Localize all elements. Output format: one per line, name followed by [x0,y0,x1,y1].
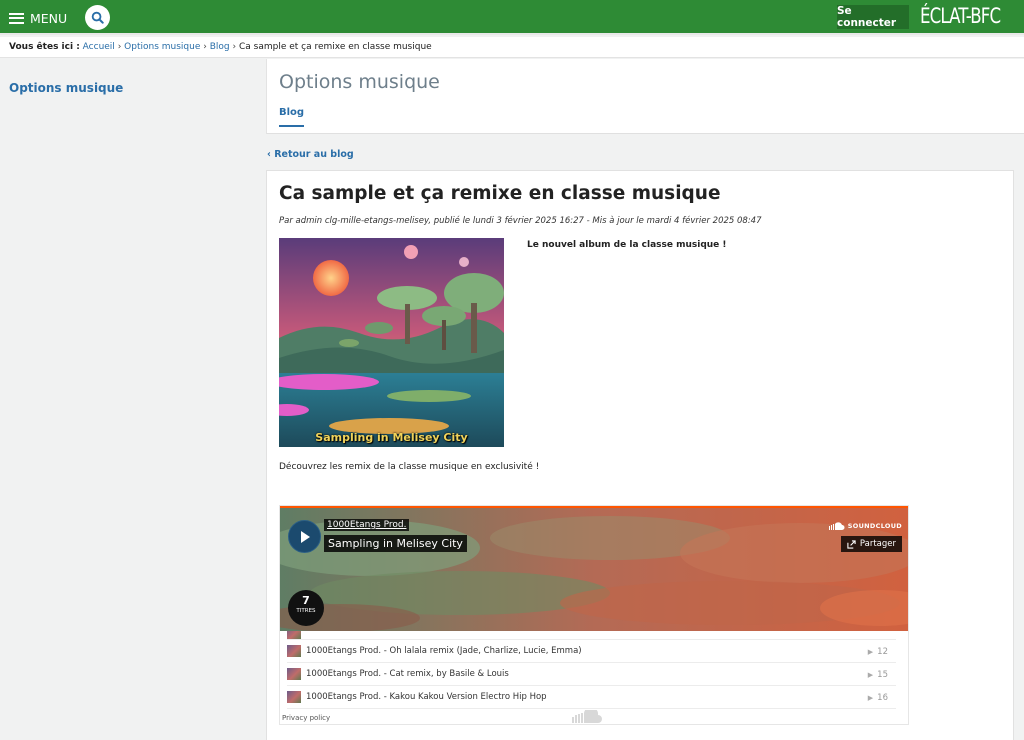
top-bar: MENU Se connecter ÉCLAT-BFC [0,0,1024,35]
breadcrumb-link-blog[interactable]: Blog [210,42,230,52]
breadcrumb-separator: › [232,42,237,52]
breadcrumb-current: Ca sample et ça remixe en classe musique [239,42,432,52]
track-row[interactable]: 1000Etangs Prod. - Oh lalala remix (Jade… [287,640,896,663]
soundcloud-footer-cloud-icon [572,710,602,723]
soundcloud-track-list: 1000Etangs Prod. - Oh lalala remix (Jade… [280,631,908,709]
page-header: Options musique Blog [266,59,1024,134]
share-icon [847,539,856,549]
track-thumbnail [287,631,301,639]
album-cover-caption: Sampling in Melisey City [315,431,468,444]
track-title: 1000Etangs Prod. - Cat remix, by Basile … [306,669,509,679]
breadcrumb-separator: › [203,42,207,52]
breadcrumb: Vous êtes ici : Accueil › Options musiqu… [0,37,1024,58]
soundcloud-logo[interactable]: SOUNDCLOUD [828,522,902,530]
page-title: Options musique [279,71,440,93]
share-label: Partager [859,539,896,549]
menu-label: MENU [30,10,68,26]
play-button[interactable] [288,520,321,553]
track-thumbnail [287,668,301,680]
sidebar-title-link[interactable]: Options musique [9,81,123,95]
back-to-blog-link[interactable]: ‹ Retour au blog [267,149,354,160]
track-row[interactable]: 1000Etangs Prod. - Kakou Kakou Version E… [287,686,896,709]
track-plays: ▶ 15 [868,663,888,686]
article-meta: Par admin clg-mille-etangs-melisey, publ… [279,216,762,226]
play-icon [300,530,310,543]
breadcrumb-label: Vous êtes ici : [9,42,80,52]
soundcloud-artist-link[interactable]: 1000Etangs Prod. [324,519,410,531]
tab-blog[interactable]: Blog [279,107,305,127]
soundcloud-set-title[interactable]: Sampling in Melisey City [324,535,467,552]
play-count-icon: ▶ [867,670,874,679]
soundcloud-banner: 1000Etangs Prod. Sampling in Melisey Cit… [280,506,908,631]
track-title: 1000Etangs Prod. - Kakou Kakou Version E… [306,692,547,702]
track-play-count: 12 [877,646,888,657]
search-button[interactable] [85,5,110,30]
track-count-badge: 7 TITRES [288,590,324,626]
soundcloud-cloud-icon [828,522,845,530]
privacy-policy-link[interactable]: Privacy policy [282,714,330,722]
breadcrumb-link-options[interactable]: Options musique [124,42,200,52]
site-logo[interactable]: ÉCLAT-BFC [920,4,1001,28]
breadcrumb-separator: › [117,42,122,52]
track-row[interactable]: 1000Etangs Prod. - Cat remix, by Basile … [287,663,896,686]
hamburger-icon [9,12,24,24]
track-thumbnail [287,691,301,703]
sidebar: Options musique [0,59,265,740]
article: Ca sample et ça remixe en classe musique… [266,170,1014,740]
track-title: 1000Etangs Prod. - Oh lalala remix (Jade… [306,646,582,656]
album-cover-art [279,238,504,447]
breadcrumb-link-home[interactable]: Accueil [83,42,115,52]
soundcloud-brand-text: SOUNDCLOUD [847,522,902,530]
track-plays: ▶ 12 [868,640,888,663]
track-count-label: TITRES [296,608,316,614]
album-cover-image[interactable]: Sampling in Melisey City [279,238,504,447]
article-lead: Le nouvel album de la classe musique ! [527,240,727,250]
login-button[interactable]: Se connecter [837,5,909,29]
track-play-count: 15 [877,669,888,680]
play-count-icon: ▶ [867,647,874,656]
search-icon [91,11,104,24]
track-thumbnail [287,645,301,657]
track-row[interactable] [287,631,896,640]
menu-button[interactable]: MENU [9,8,67,28]
share-button[interactable]: Partager [840,536,902,552]
soundcloud-player: 1000Etangs Prod. Sampling in Melisey Cit… [279,505,909,725]
track-plays: ▶ 16 [868,686,888,709]
play-count-icon: ▶ [867,693,874,702]
track-count: 7 [302,594,310,607]
article-intro: Découvrez les remix de la classe musique… [279,462,540,472]
article-title: Ca sample et ça remixe en classe musique [279,183,721,204]
track-play-count: 16 [877,692,888,703]
